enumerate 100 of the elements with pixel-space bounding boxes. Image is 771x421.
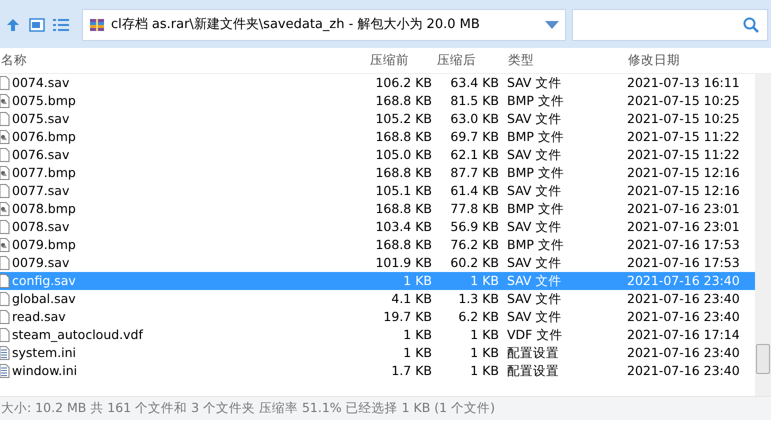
- file-row[interactable]: global.sav 4.1 KB 1.3 KB SAV 文件 2021-07-16 23:40: [0, 290, 755, 308]
- modified-date: 2021-07-15 11:22: [626, 146, 741, 164]
- file-type: SAV 文件: [506, 308, 562, 326]
- file-row[interactable]: 0075.bmp 168.8 KB 81.5 KB BMP 文件 2021-07-15 10:25: [0, 92, 755, 110]
- file-row[interactable]: 0079.bmp 168.8 KB 76.2 KB BMP 文件 2021-07-16 17:53: [0, 236, 755, 254]
- file-name: 0078.sav: [12, 218, 70, 236]
- file-type: SAV 文件: [506, 290, 562, 308]
- file-row[interactable]: 0077.sav 105.1 KB 61.4 KB SAV 文件 2021-07-15 12:16: [0, 182, 755, 200]
- original-size: 106.2 KB: [374, 74, 432, 92]
- file-name: system.ini: [12, 344, 76, 362]
- column-header[interactable]: 类型: [500, 51, 620, 70]
- search-icon[interactable]: [743, 17, 759, 33]
- file-name: 0075.sav: [12, 110, 70, 128]
- file-row[interactable]: 0079.sav 101.9 KB 60.2 KB SAV 文件 2021-07-16 17:53: [0, 254, 755, 272]
- file-row[interactable]: system.ini 1 KB 1 KB 配置设置 2021-07-16 23:40: [0, 344, 755, 362]
- address-field[interactable]: cl存档 as.rar\新建文件夹\savedata_zh - 解包大小为 20.0 MB: [82, 9, 566, 41]
- modified-date: 2021-07-15 10:25: [626, 92, 741, 110]
- file-type: BMP 文件: [506, 164, 565, 182]
- file-name: 0077.sav: [12, 182, 70, 200]
- file-row[interactable]: 0075.sav 105.2 KB 63.0 KB SAV 文件 2021-07-15 10:25: [0, 110, 755, 128]
- column-header[interactable]: 名称: [1, 51, 366, 70]
- packed-size: 1.3 KB: [457, 290, 499, 308]
- file-type: SAV 文件: [506, 110, 562, 128]
- file-name: 0074.sav: [12, 74, 70, 92]
- file-row[interactable]: 0078.sav 103.4 KB 56.9 KB SAV 文件 2021-07-16 23:01: [0, 218, 755, 236]
- file-row[interactable]: 0076.sav 105.0 KB 62.1 KB SAV 文件 2021-07-15 11:22: [0, 146, 755, 164]
- file-type: 配置设置: [506, 362, 560, 380]
- file-type: BMP 文件: [506, 200, 565, 218]
- original-size: 105.2 KB: [374, 110, 432, 128]
- column-header[interactable]: 压缩前: [366, 51, 433, 70]
- original-size: 1 KB: [402, 326, 432, 344]
- search-field[interactable]: [572, 9, 768, 41]
- modified-date: 2021-07-16 17:14: [626, 326, 741, 344]
- file-icon: [0, 292, 10, 306]
- packed-size: 76.2 KB: [449, 236, 499, 254]
- file-row[interactable]: 0074.sav 106.2 KB 63.4 KB SAV 文件 2021-07-13 16:11: [0, 74, 755, 92]
- file-row[interactable]: 0076.bmp 168.8 KB 69.7 KB BMP 文件 2021-07-15 11:22: [0, 128, 755, 146]
- dropdown-icon[interactable]: [545, 21, 559, 29]
- packed-size: 87.7 KB: [449, 164, 499, 182]
- modified-date: 2021-07-15 11:22: [626, 128, 741, 146]
- packed-size: 1 KB: [469, 326, 499, 344]
- address-text: cl存档 as.rar\新建文件夹\savedata_zh - 解包大小为 20.0 MB: [111, 16, 481, 34]
- file-name: global.sav: [12, 290, 76, 308]
- file-row[interactable]: steam_autocloud.vdf 1 KB 1 KB VDF 文件 2021-07-16 17:14: [0, 326, 755, 344]
- list-view-button[interactable]: [52, 16, 70, 34]
- modified-date: 2021-07-15 10:25: [626, 110, 741, 128]
- file-type: SAV 文件: [506, 272, 562, 290]
- modified-date: 2021-07-16 23:01: [626, 200, 741, 218]
- original-size: 1 KB: [402, 344, 432, 362]
- file-name: 0075.bmp: [12, 92, 76, 110]
- packed-size: 1 KB: [469, 272, 499, 290]
- file-icon: [0, 220, 10, 234]
- packed-size: 62.1 KB: [449, 146, 499, 164]
- file-icon: [0, 310, 10, 324]
- file-type: SAV 文件: [506, 218, 562, 236]
- column-header[interactable]: 修改日期: [620, 51, 753, 70]
- file-row[interactable]: window.ini 1.7 KB 1 KB 配置设置 2021-07-16 23:40: [0, 362, 755, 380]
- modified-date: 2021-07-16 23:40: [626, 344, 741, 362]
- file-icon: [0, 184, 10, 198]
- original-size: 168.8 KB: [374, 200, 432, 218]
- file-icon: [0, 256, 10, 270]
- modified-date: 2021-07-16 23:01: [626, 218, 741, 236]
- file-row[interactable]: 0077.bmp 168.8 KB 87.7 KB BMP 文件 2021-07-15 12:16: [0, 164, 755, 182]
- packed-size: 61.4 KB: [449, 182, 499, 200]
- panel-view-button[interactable]: [28, 16, 46, 34]
- original-size: 105.1 KB: [374, 182, 432, 200]
- file-icon: [0, 76, 10, 90]
- image-file-icon: [0, 166, 10, 180]
- packed-size: 69.7 KB: [449, 128, 499, 146]
- original-size: 168.8 KB: [374, 128, 432, 146]
- file-row[interactable]: read.sav 19.7 KB 6.2 KB SAV 文件 2021-07-16 23:40: [0, 308, 755, 326]
- image-file-icon: [0, 94, 10, 108]
- file-type: SAV 文件: [506, 74, 562, 92]
- modified-date: 2021-07-16 23:40: [626, 290, 741, 308]
- packed-size: 56.9 KB: [449, 218, 499, 236]
- column-header[interactable]: 压缩后: [433, 51, 500, 70]
- status-bar: 大小: 10.2 MB 共 161 个文件和 3 个文件夹 压缩率 51.1% 已经选择 1 KB (1 个文件): [0, 396, 771, 420]
- archive-icon: [89, 17, 105, 33]
- packed-size: 1 KB: [469, 344, 499, 362]
- packed-size: 77.8 KB: [449, 200, 499, 218]
- original-size: 168.8 KB: [374, 236, 432, 254]
- file-name: 0076.sav: [12, 146, 70, 164]
- modified-date: 2021-07-16 23:40: [626, 362, 741, 380]
- modified-date: 2021-07-13 16:11: [626, 74, 741, 92]
- settings-file-icon: [0, 346, 10, 360]
- file-type: BMP 文件: [506, 92, 565, 110]
- file-row[interactable]: 0078.bmp 168.8 KB 77.8 KB BMP 文件 2021-07-16 23:01: [0, 200, 755, 218]
- original-size: 168.8 KB: [374, 164, 432, 182]
- image-file-icon: [0, 130, 10, 144]
- packed-size: 63.0 KB: [449, 110, 499, 128]
- scrollbar-thumb[interactable]: [756, 344, 770, 374]
- file-name: read.sav: [12, 308, 66, 326]
- file-icon: [0, 274, 10, 288]
- original-size: 1 KB: [402, 272, 432, 290]
- scrollbar[interactable]: [755, 74, 771, 396]
- packed-size: 60.2 KB: [449, 254, 499, 272]
- settings-file-icon: [0, 364, 10, 378]
- file-name: 0079.sav: [12, 254, 70, 272]
- modified-date: 2021-07-16 17:53: [626, 254, 741, 272]
- file-name: steam_autocloud.vdf: [12, 326, 143, 344]
